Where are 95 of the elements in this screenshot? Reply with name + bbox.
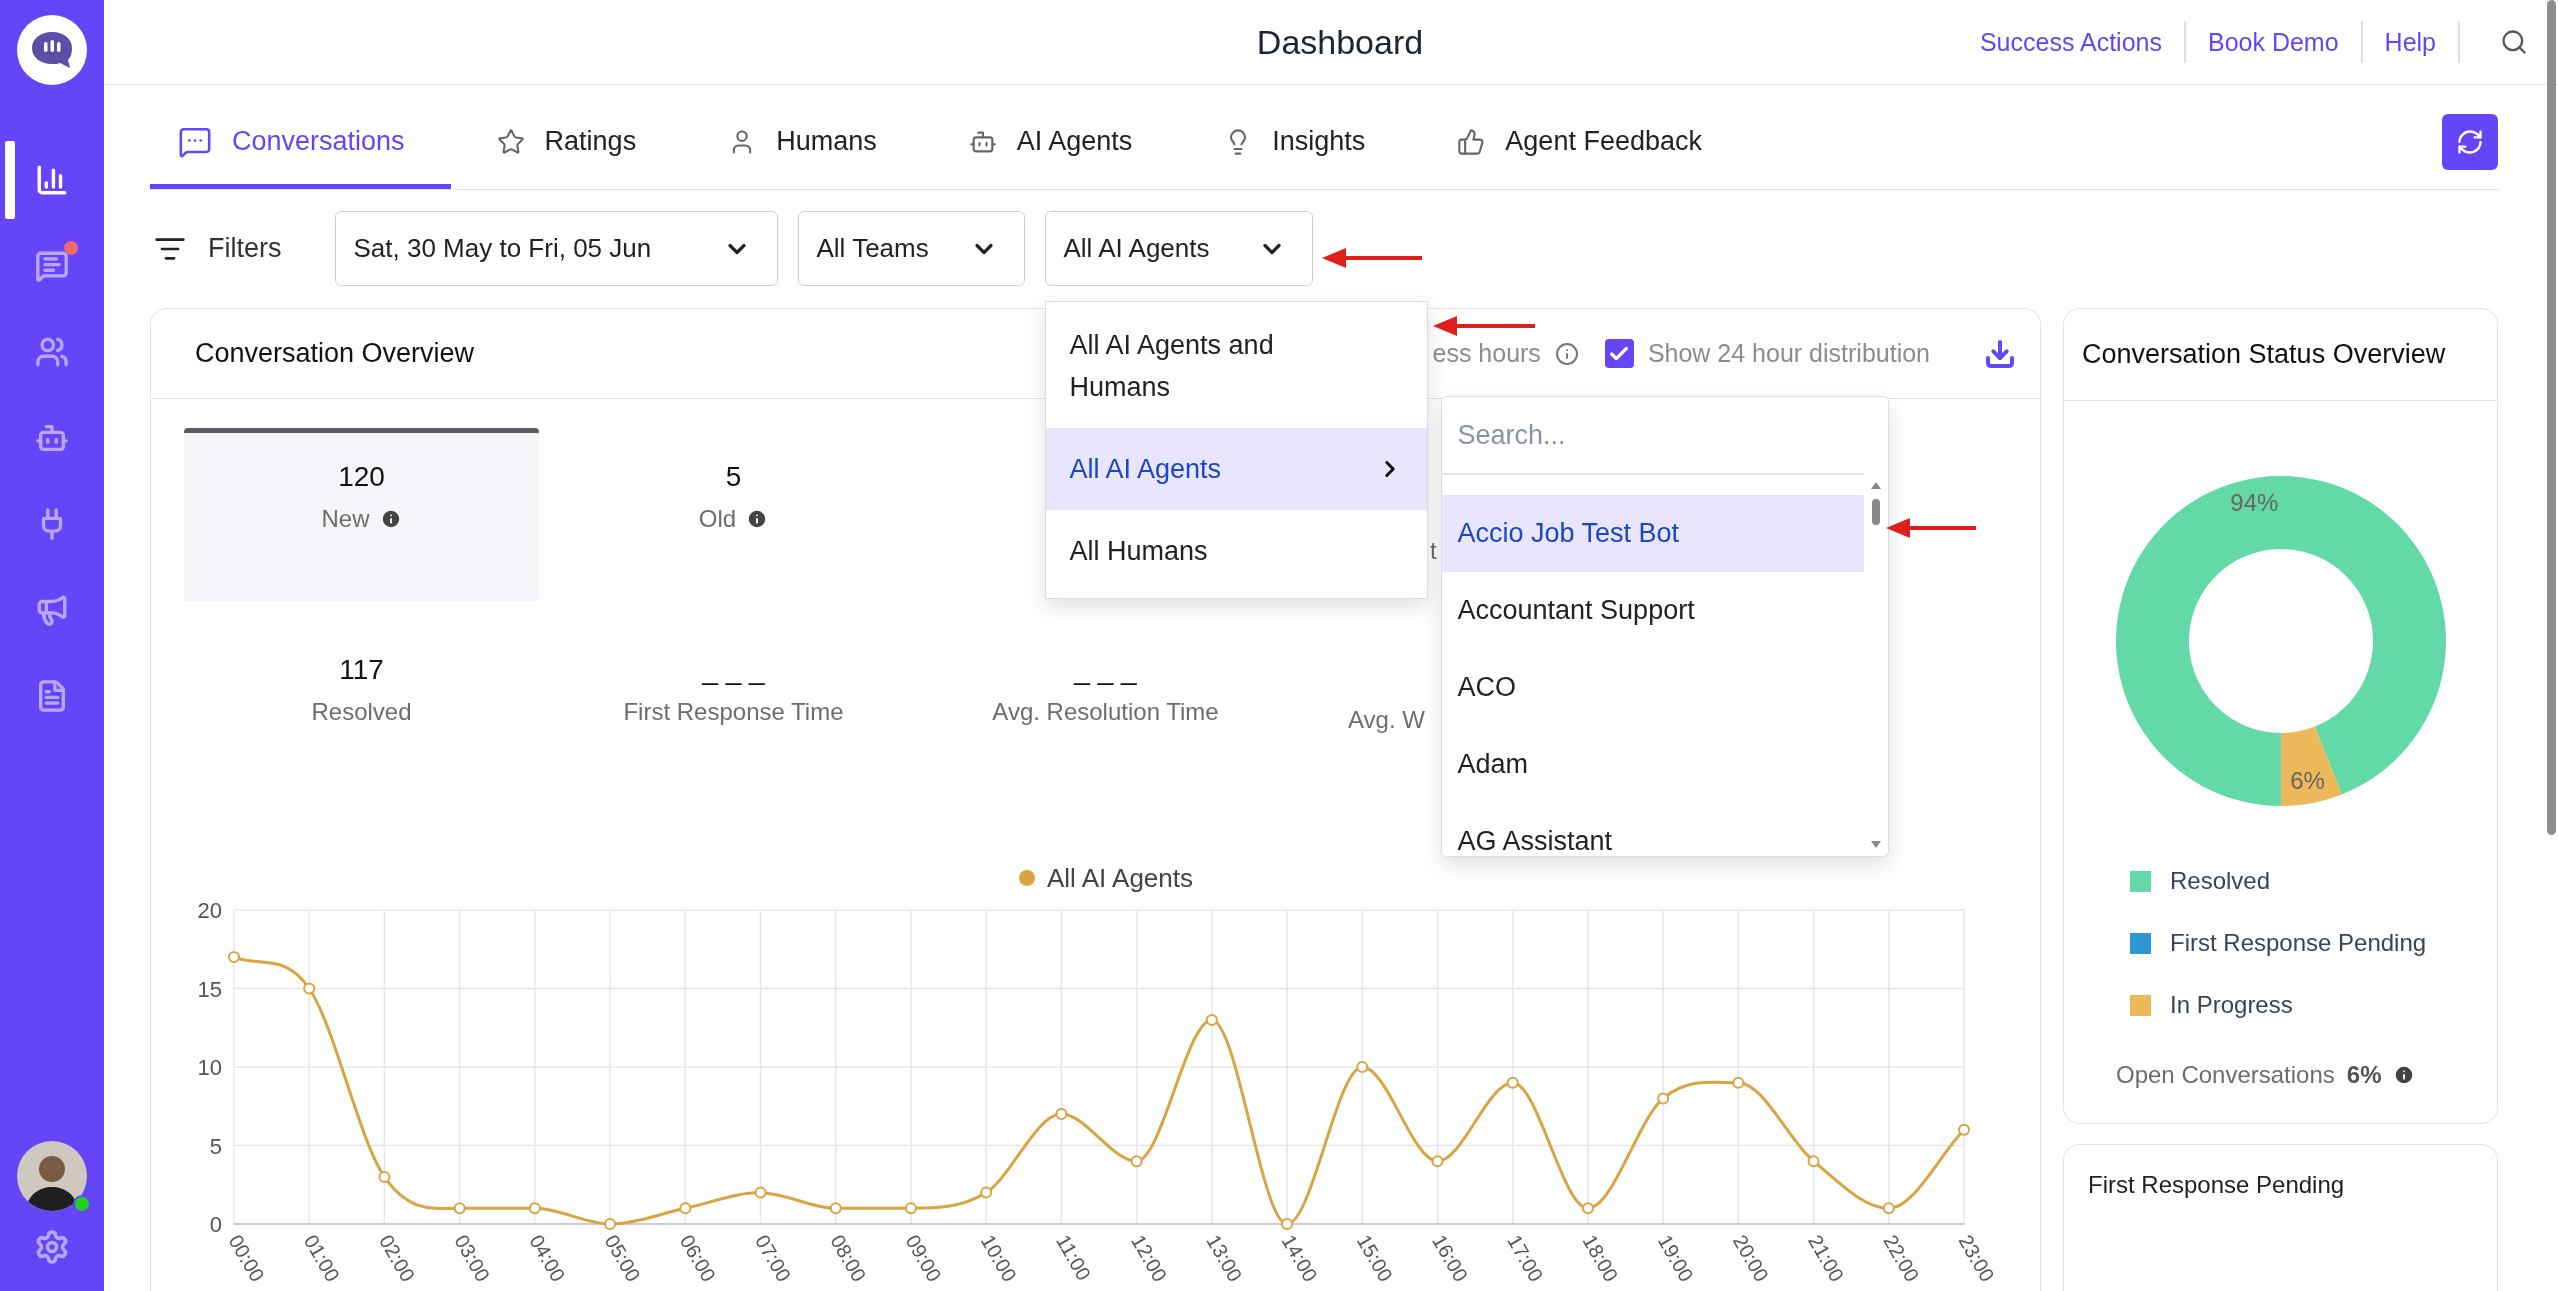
- legend-label: In Progress: [2170, 991, 2293, 1019]
- business-hours-label: ess hours: [1432, 339, 1541, 368]
- data-point: [1130, 1155, 1143, 1168]
- data-point: [378, 1170, 391, 1183]
- data-point: [604, 1218, 617, 1230]
- megaphone-icon: [35, 593, 69, 627]
- legend-dot: [1019, 870, 1035, 886]
- refresh-button[interactable]: [2442, 114, 2498, 170]
- data-point: [1506, 1076, 1519, 1089]
- thumbs-up-icon: [1457, 127, 1486, 156]
- data-point: [528, 1202, 541, 1215]
- metric-label: Avg. Resolution Time: [992, 698, 1219, 726]
- filter-dropdown[interactable]: All Teams: [797, 211, 1025, 286]
- open-conversations-label: Open Conversations: [2116, 1061, 2335, 1089]
- tab[interactable]: AI Agents: [922, 85, 1179, 189]
- metric-tile[interactable]: 5 Old: [556, 428, 911, 601]
- metric-label: First Response Time: [623, 698, 844, 726]
- data-point: [1882, 1202, 1895, 1215]
- bar-chart-icon: [35, 163, 69, 197]
- data-point: [980, 1186, 993, 1199]
- menu-item[interactable]: All Humans: [1045, 510, 1427, 592]
- data-point: [1958, 1123, 1970, 1136]
- refresh-icon: [2456, 128, 2484, 156]
- y-axis-label: 5: [209, 1133, 222, 1159]
- metric-value: 117: [339, 654, 384, 686]
- metric-label: Resolved: [311, 698, 412, 726]
- info-icon: [1554, 341, 1579, 366]
- filter-dropdown[interactable]: Sat, 30 May to Fri, 05 Jun: [334, 211, 778, 286]
- agent-option[interactable]: AG Assistant: [1441, 803, 1864, 856]
- tab[interactable]: Insights: [1178, 85, 1412, 189]
- menu-item[interactable]: All AI Agents: [1045, 428, 1427, 510]
- percent-label: 94%: [2229, 488, 2278, 516]
- search-field[interactable]: Search...: [1441, 397, 1864, 475]
- data-point: [1431, 1155, 1444, 1168]
- checkbox-label: Show 24 hour distribution: [1647, 339, 1930, 368]
- tab[interactable]: Ratings: [450, 85, 683, 189]
- users-icon: [35, 335, 69, 369]
- data-point: [754, 1186, 767, 1199]
- tab[interactable]: Humans: [682, 85, 923, 189]
- y-axis-label: 10: [197, 1055, 222, 1080]
- data-point: [1055, 1108, 1068, 1121]
- header-link[interactable]: Help: [2362, 21, 2460, 63]
- data-point: [1732, 1076, 1745, 1089]
- agent-option[interactable]: Accio Job Test Bot: [1441, 495, 1864, 572]
- header-link[interactable]: Book Demo: [2185, 21, 2363, 63]
- data-point: [904, 1202, 917, 1215]
- legend-label: First Response Pending: [2170, 929, 2427, 957]
- info-icon: [2393, 1064, 2416, 1086]
- checkbox[interactable]: [1604, 339, 1634, 368]
- open-conversations-value: 6%: [2346, 1061, 2382, 1089]
- legend-label: Resolved: [2170, 867, 2271, 895]
- card-title: Conversation Status Overview: [2082, 339, 2446, 370]
- download-icon: [1984, 337, 2016, 370]
- card-title: First Response Pending: [2088, 1171, 2345, 1198]
- star-icon: [496, 127, 525, 156]
- data-point: [1581, 1202, 1594, 1215]
- messages-icon: [35, 249, 69, 283]
- settings-icon[interactable]: [34, 1229, 70, 1265]
- metric-label: New: [321, 505, 370, 533]
- data-point: [1356, 1061, 1369, 1073]
- metric-label: Avg. W: [1348, 705, 1425, 735]
- legend-label[interactable]: All AI Agents: [1047, 863, 1193, 893]
- y-axis-label: 20: [197, 898, 222, 923]
- metric-value: _ _ _: [1074, 654, 1137, 686]
- metric-label: t: [1430, 535, 1437, 566]
- data-point: [1205, 1013, 1218, 1026]
- menu-item[interactable]: All AI Agents and Humans: [1045, 304, 1427, 428]
- card-title: Conversation Overview: [195, 338, 475, 369]
- percent-label: 6%: [2289, 767, 2325, 795]
- data-point: [228, 951, 240, 964]
- data-point: [1807, 1155, 1820, 1168]
- metric-value: _ _ _: [702, 654, 765, 686]
- y-axis-label: 0: [209, 1212, 222, 1237]
- scrollbar-thumb[interactable]: [2547, 0, 2556, 835]
- data-point: [679, 1202, 692, 1215]
- header-link[interactable]: Success Actions: [1957, 21, 2186, 63]
- metric-value: 120: [338, 461, 385, 493]
- data-point: [1657, 1092, 1670, 1105]
- metric-value: 5: [725, 461, 742, 493]
- metric-tile[interactable]: _ _ _ Avg. Resolution Time: [928, 621, 1283, 739]
- tab[interactable]: Agent Feedback: [1411, 85, 1748, 189]
- metric-label: Old: [698, 505, 737, 533]
- filter-dropdown[interactable]: All AI Agents: [1044, 211, 1313, 286]
- page-title: Dashboard: [1256, 22, 1424, 62]
- tab[interactable]: Conversations: [150, 85, 451, 189]
- metric-tile[interactable]: 117 Resolved: [184, 621, 539, 739]
- data-point: [829, 1202, 842, 1215]
- data-point: [1281, 1218, 1294, 1230]
- y-axis-label: 15: [197, 976, 222, 1002]
- metric-tile[interactable]: _ _ _ First Response Time: [556, 621, 911, 739]
- search-icon: [2500, 28, 2528, 56]
- metric-tile[interactable]: 120 New: [184, 428, 539, 601]
- data-point: [453, 1202, 466, 1215]
- filters-button[interactable]: Filters: [154, 232, 315, 265]
- data-point: [303, 982, 316, 995]
